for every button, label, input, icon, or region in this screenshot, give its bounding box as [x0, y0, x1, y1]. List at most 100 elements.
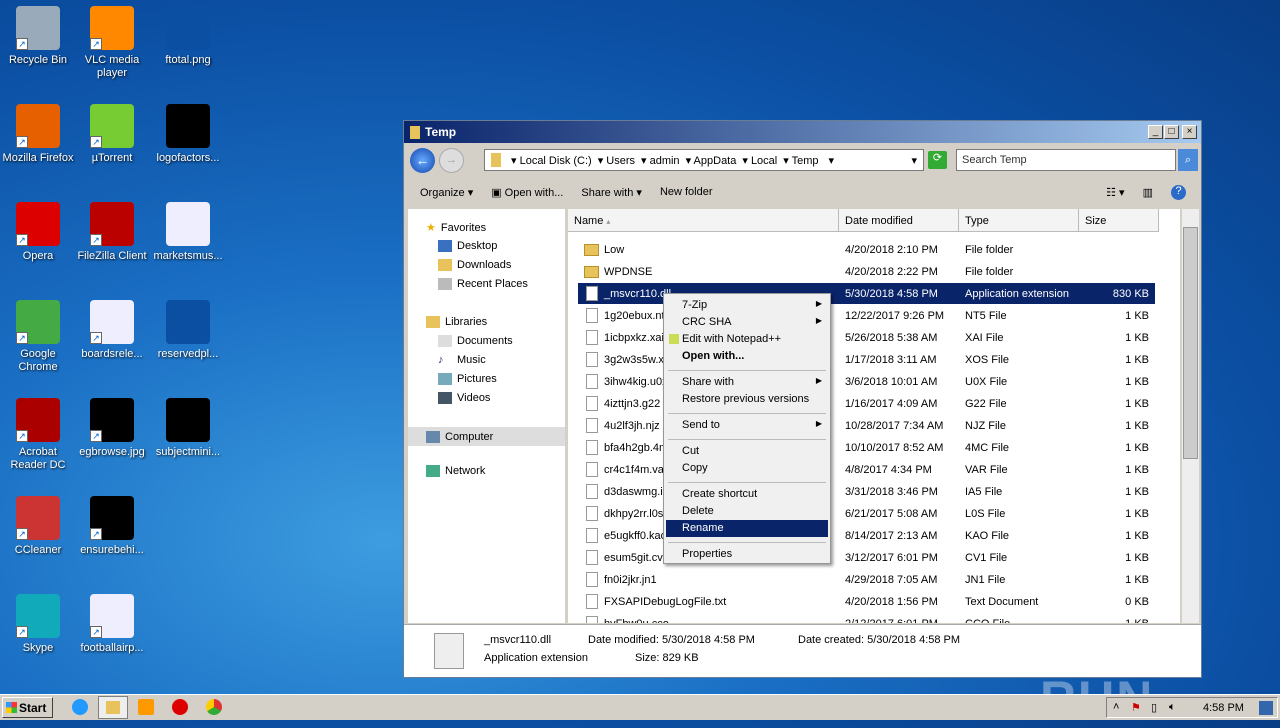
- desktop-icon-vlc-media-player[interactable]: ↗ VLC media player: [74, 6, 150, 80]
- file-date: 4/29/2018 7:05 AM: [845, 573, 938, 586]
- file-name: FXSAPIDebugLogFile.txt: [604, 595, 727, 608]
- menu-item-7-zip[interactable]: 7-Zip ▶: [666, 297, 828, 314]
- menu-item-create-shortcut[interactable]: Create shortcut: [666, 486, 828, 503]
- column-name[interactable]: Name ▴: [568, 209, 839, 232]
- breadcrumb-item[interactable]: ▾ admin: [641, 154, 680, 167]
- breadcrumb-item[interactable]: ▾ Local: [742, 154, 777, 167]
- volume-icon[interactable]: 🔈︎: [1169, 701, 1176, 714]
- recent-places-icon: [438, 278, 452, 290]
- column-size[interactable]: Size: [1079, 209, 1159, 232]
- title-bar[interactable]: Temp: [404, 121, 1201, 143]
- shortcut-arrow-icon: ↗: [16, 430, 28, 442]
- organize-button[interactable]: Organize ▾: [420, 186, 473, 199]
- menu-item-share-with[interactable]: Share with ▶: [666, 374, 828, 391]
- network-tray-icon[interactable]: ▯: [1151, 701, 1157, 714]
- column-type[interactable]: Type: [959, 209, 1079, 232]
- breadcrumb-item[interactable]: ▾ AppData: [686, 154, 737, 167]
- nav-desktop[interactable]: Desktop: [438, 240, 497, 252]
- column-date-modified[interactable]: Date modified: [839, 209, 959, 232]
- file-row[interactable]: FXSAPIDebugLogFile.txt 4/20/2018 1:56 PM…: [578, 591, 1155, 612]
- open-with-button[interactable]: ▣ Open with...: [491, 186, 563, 199]
- breadcrumb-item[interactable]: ▾ Local Disk (C:): [511, 154, 592, 167]
- maximize-button[interactable]: □: [1164, 125, 1179, 139]
- action-center-icon[interactable]: ⚑: [1131, 701, 1141, 714]
- desktop-icon-ensurebehi-[interactable]: ↗ ensurebehi...: [74, 496, 150, 557]
- desktop-icon-mozilla-firefox[interactable]: ↗ Mozilla Firefox: [0, 104, 76, 165]
- nav-computer[interactable]: Computer: [408, 427, 565, 446]
- desktop-icon--torrent[interactable]: ↗ µTorrent: [74, 104, 150, 165]
- desktop-icon-acrobat-reader-dc[interactable]: ↗ Acrobat Reader DC: [0, 398, 76, 472]
- minimize-button[interactable]: _: [1148, 125, 1163, 139]
- desktop-icon-footballairp-[interactable]: ↗ footballairp...: [74, 594, 150, 655]
- new-folder-button[interactable]: New folder: [660, 186, 713, 198]
- breadcrumb-item[interactable]: ▾ Users: [598, 154, 635, 167]
- menu-item-edit-with-notepad[interactable]: Edit with Notepad++: [666, 331, 828, 348]
- clock[interactable]: 4:58 PM: [1203, 702, 1244, 714]
- desktop-icon-ccleaner[interactable]: ↗ CCleaner: [0, 496, 76, 557]
- nav-downloads[interactable]: Downloads: [438, 259, 511, 271]
- desktop-icon-reservedpl-[interactable]: reservedpl...: [150, 300, 226, 361]
- desktop-icon-marketsmus-[interactable]: marketsmus...: [150, 202, 226, 263]
- close-button[interactable]: ×: [1182, 125, 1197, 139]
- app-icon: [166, 300, 210, 344]
- desktop-icon-filezilla-client[interactable]: ↗ FileZilla Client: [74, 202, 150, 263]
- menu-item-send-to[interactable]: Send to ▶: [666, 417, 828, 434]
- view-options-icon[interactable]: ☷ ▾: [1106, 186, 1124, 199]
- nav-favorites[interactable]: ★ Favorites: [426, 221, 486, 235]
- desktop-icon-boardsrele-[interactable]: ↗ boardsrele...: [74, 300, 150, 361]
- nav-music[interactable]: ♪ Music: [438, 354, 486, 366]
- address-history-dropdown[interactable]: ▾: [911, 154, 917, 167]
- explorer-taskbar-button[interactable]: [98, 696, 128, 719]
- desktop-icon-subjectmini-[interactable]: subjectmini...: [150, 398, 226, 459]
- preview-pane-icon[interactable]: ▥: [1143, 186, 1153, 199]
- nav-pictures[interactable]: Pictures: [438, 373, 497, 385]
- file-name: 1icbpxkz.xai: [604, 331, 664, 344]
- menu-item-restore-previous-versions[interactable]: Restore previous versions: [666, 391, 828, 408]
- back-button[interactable]: ←: [410, 148, 435, 173]
- file-type: CCO File: [965, 618, 1010, 624]
- desktop-icon-logofactors-[interactable]: logofactors...: [150, 104, 226, 165]
- opera-icon[interactable]: [172, 699, 188, 715]
- media-player-icon[interactable]: [138, 699, 154, 715]
- desktop-icon-recycle-bin[interactable]: ↗ Recycle Bin: [0, 6, 76, 67]
- file-date: 3/12/2017 6:01 PM: [845, 551, 938, 564]
- nav-videos[interactable]: Videos: [438, 392, 490, 404]
- desktop-icon-ftotal-png[interactable]: ftotal.png: [150, 6, 226, 67]
- breadcrumb-item[interactable]: ▾ Temp: [783, 154, 818, 167]
- file-size: 1 KB: [1125, 353, 1149, 366]
- nav-documents[interactable]: Documents: [438, 335, 513, 347]
- forward-button[interactable]: →: [439, 148, 464, 173]
- address-bar[interactable]: ▾ Local Disk (C:) ▾ Users ▾ admin ▾ AppData…: [484, 149, 924, 171]
- start-button[interactable]: Start: [2, 697, 53, 718]
- help-icon[interactable]: ?: [1171, 184, 1186, 200]
- nav-recent-places[interactable]: Recent Places: [438, 278, 528, 290]
- file-row[interactable]: fn0i2jkr.jn1 4/29/2018 7:05 AM JN1 File …: [578, 569, 1155, 590]
- menu-item-crc-sha[interactable]: CRC SHA ▶: [666, 314, 828, 331]
- scrollbar-thumb[interactable]: [1183, 227, 1198, 459]
- refresh-button[interactable]: ⟳: [928, 151, 947, 169]
- file-type: 4MC File: [965, 441, 1010, 454]
- nav-network[interactable]: Network: [426, 465, 485, 477]
- desktop-icon-google-chrome[interactable]: ↗ Google Chrome: [0, 300, 76, 374]
- search-icon[interactable]: ⌕: [1178, 149, 1198, 171]
- show-desktop-button[interactable]: [1259, 701, 1273, 715]
- menu-item-copy[interactable]: Copy: [666, 460, 828, 477]
- menu-item-open-with[interactable]: Open with...: [666, 348, 828, 365]
- chrome-icon[interactable]: [206, 699, 222, 715]
- desktop-icon-skype[interactable]: ↗ Skype: [0, 594, 76, 655]
- search-input[interactable]: Search Temp: [956, 149, 1176, 171]
- file-row[interactable]: hvFbw0u.cco 2/12/2017 6:01 PM CCO File 1…: [578, 613, 1155, 623]
- nav-libraries[interactable]: Libraries: [426, 316, 487, 328]
- menu-item-delete[interactable]: Delete: [666, 503, 828, 520]
- share-with-button[interactable]: Share with ▾: [581, 186, 642, 199]
- internet-explorer-icon[interactable]: [72, 699, 88, 715]
- vertical-scrollbar[interactable]: [1182, 209, 1199, 623]
- desktop-icon-egbrowse-jpg[interactable]: ↗ egbrowse.jpg: [74, 398, 150, 459]
- menu-item-rename[interactable]: Rename: [666, 520, 828, 537]
- menu-item-properties[interactable]: Properties: [666, 546, 828, 563]
- file-row[interactable]: Low 4/20/2018 2:10 PM File folder: [578, 239, 1155, 260]
- desktop-icon-opera[interactable]: ↗ Opera: [0, 202, 76, 263]
- menu-item-cut[interactable]: Cut: [666, 443, 828, 460]
- file-row[interactable]: WPDNSE 4/20/2018 2:22 PM File folder: [578, 261, 1155, 282]
- show-hidden-icons[interactable]: ˄: [1113, 701, 1119, 713]
